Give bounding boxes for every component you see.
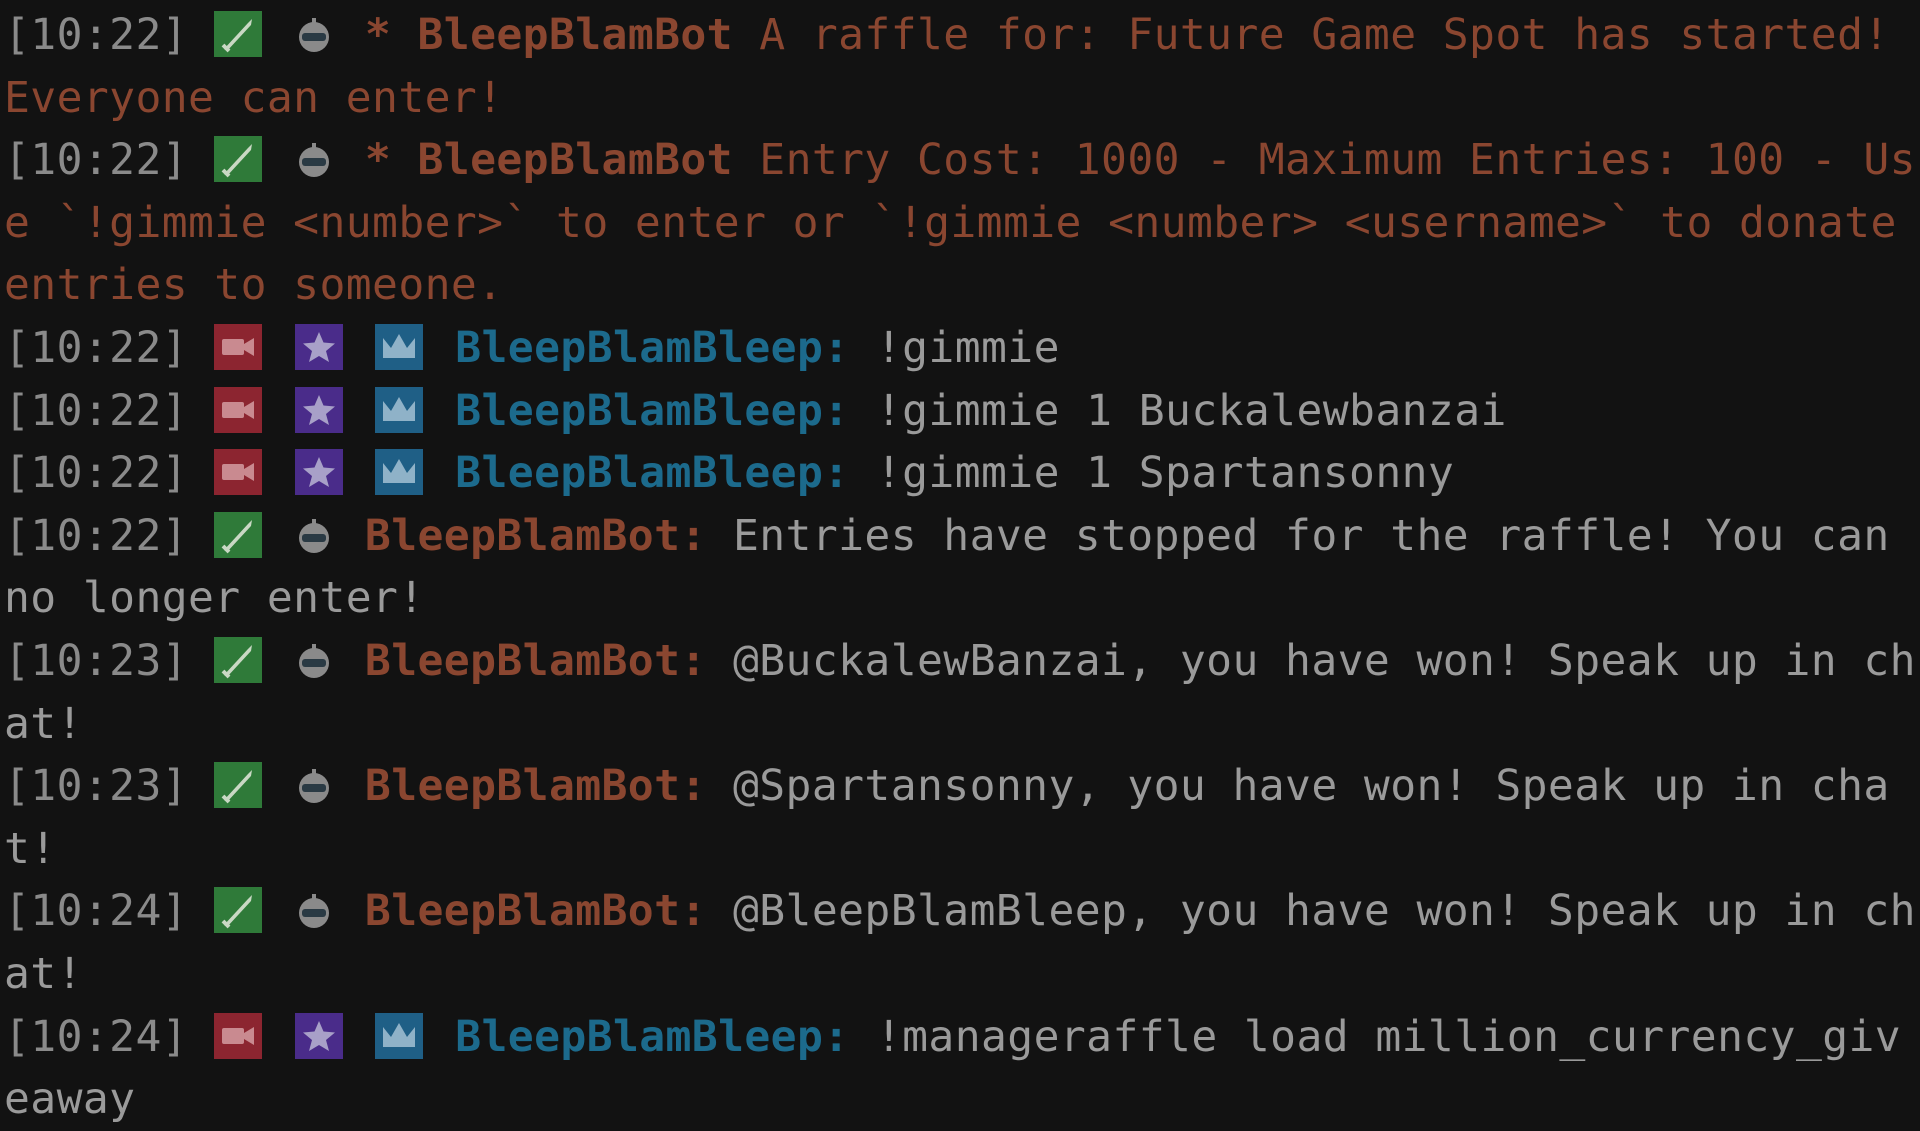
star-icon [294,449,343,496]
message-text: !gimmie 1 Spartansonny [875,448,1455,499]
sender-separator: : [680,510,707,561]
sender-separator: : [680,761,707,812]
sender-name[interactable]: BleepBlamBleep [455,323,823,373]
camera-icon [214,1012,263,1059]
crown-icon [374,386,423,433]
sender-separator: : [823,1011,850,1062]
action-prefix: * [364,10,392,60]
chat-message: [10:23] BleepBlamBot: @BuckalewBanzai, y… [4,630,1920,755]
message-timestamp: [10:23] [4,761,189,812]
message-timestamp: [10:24] [4,1011,189,1062]
message-text: @BuckalewBanzai, you have won! Speak up … [4,635,1916,749]
sender-name[interactable]: BleepBlamBot [365,886,680,936]
sword-icon [214,887,263,934]
chat-message: [10:22] * BleepBlamBot A raffle for: Fut… [4,4,1920,129]
message-text: @BleepBlamBleep, you have won! Speak up … [4,886,1916,999]
message-timestamp: [10:22] [4,322,189,373]
message-timestamp: [10:24] [4,886,189,937]
message-timestamp: [10:22] [4,448,189,499]
message-text: Entries have stopped for the raffle! You… [4,510,1890,624]
robot-icon [295,516,333,556]
message-timestamp: [10:22] [4,510,189,561]
chat-message: [10:22] BleepBlamBot: Entries have stopp… [4,505,1920,630]
sender-separator: : [823,322,850,373]
robot-icon [295,891,333,931]
sender-separator: : [680,635,707,686]
sender-name[interactable]: BleepBlamBot [418,10,733,60]
message-timestamp: [10:22] [4,135,189,186]
chat-message: [10:24] BleepBlamBot: @BleepBlamBleep, y… [4,880,1920,1005]
chat-message: [10:22] * BleepBlamBot Entry Cost: 1000 … [4,129,1920,317]
sword-icon [214,762,263,809]
sender-name[interactable]: BleepBlamBleep [455,448,823,498]
chat-log[interactable]: [10:22] * BleepBlamBot A raffle for: Fut… [0,0,1920,1124]
crown-icon [374,323,423,370]
sender-separator: : [823,448,850,499]
message-timestamp: [10:23] [4,635,189,686]
robot-icon [295,766,333,806]
message-text: !gimmie [875,322,1060,373]
camera-icon [214,323,263,370]
message-text: !manageraffle load million_currency_give… [4,1011,1902,1125]
sword-icon [214,136,263,183]
message-timestamp: [10:22] [4,385,189,436]
sender-name[interactable]: BleepBlamBot [365,761,680,811]
star-icon [294,386,343,433]
camera-icon [214,386,263,433]
robot-icon [295,15,333,55]
chat-message: [10:24] BleepBlamBleep: !manageraffle lo… [4,1006,1920,1131]
action-prefix: * [364,135,392,186]
chat-message: [10:22] BleepBlamBleep: !gimmie 1 Buckal… [4,380,1920,443]
crown-icon [374,449,423,496]
robot-icon [295,641,333,681]
sword-icon [214,511,263,558]
message-text: @Spartansonny, you have won! Speak up in… [4,761,1890,874]
sender-separator: : [823,385,850,436]
sender-separator: : [680,886,707,937]
message-text: !gimmie 1 Buckalewbanzai [875,385,1507,436]
message-text: Entry Cost: 1000 - Maximum Entries: 100 … [4,135,1916,311]
message-text: A raffle for: Future Game Spot has start… [4,10,1890,123]
chat-message: [10:22] BleepBlamBleep: !gimmie 1 Sparta… [4,442,1920,505]
sender-name[interactable]: BleepBlamBleep [455,1012,823,1062]
sword-icon [214,636,263,683]
robot-icon [295,140,333,180]
star-icon [294,323,343,370]
star-icon [294,1012,343,1059]
chat-message: [10:22] BleepBlamBleep: !gimmie [4,317,1920,380]
crown-icon [374,1012,423,1059]
sword-icon [214,11,263,57]
chat-message: [10:23] BleepBlamBot: @Spartansonny, you… [4,755,1920,880]
camera-icon [214,449,263,496]
message-timestamp: [10:22] [4,10,189,60]
sender-name[interactable]: BleepBlamBot [365,636,680,686]
sender-name[interactable]: BleepBlamBot [365,511,680,561]
sender-name[interactable]: BleepBlamBleep [455,386,823,436]
sender-name[interactable]: BleepBlamBot [418,135,733,185]
